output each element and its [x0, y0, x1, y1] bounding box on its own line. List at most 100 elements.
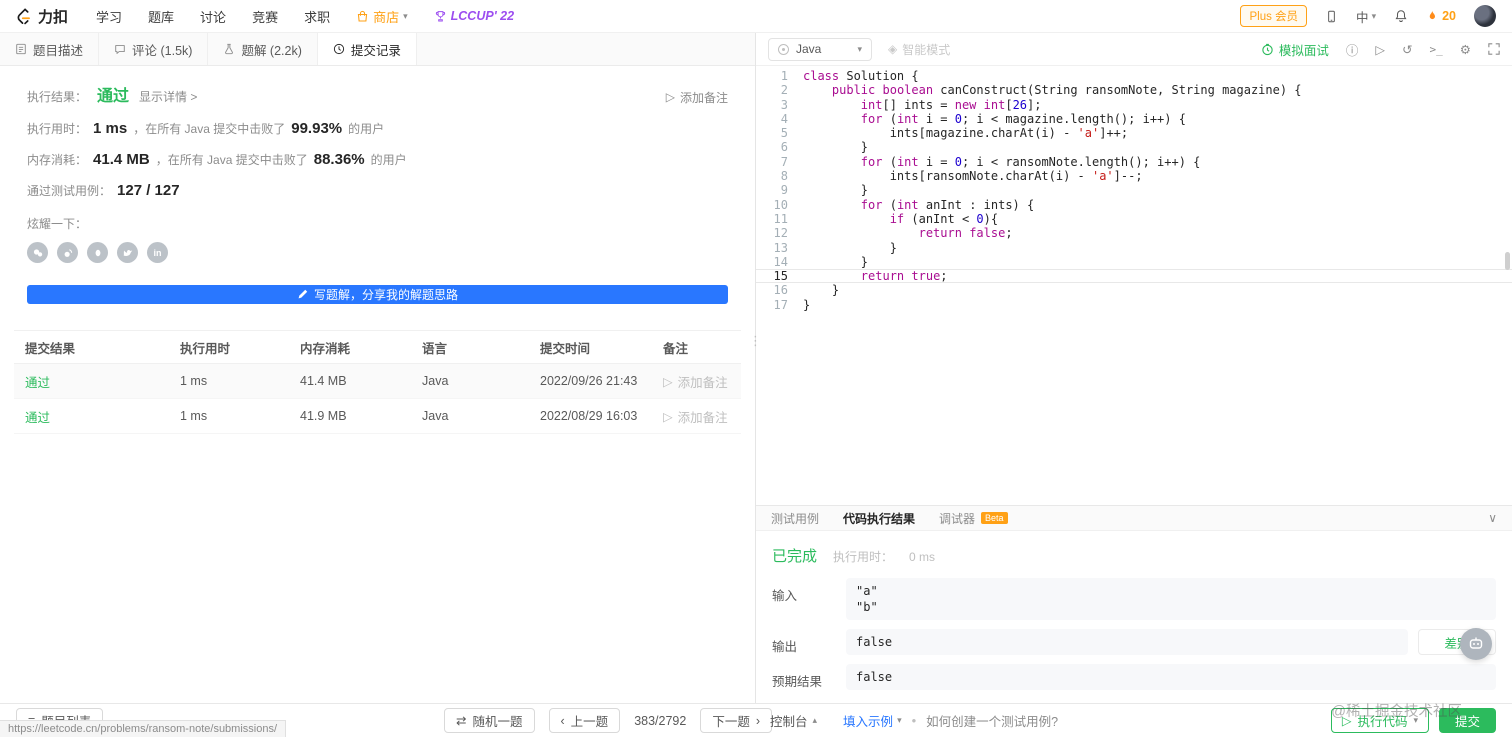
row-add-note-button[interactable]: ▷ 添加备注 — [652, 372, 741, 391]
code-line[interactable]: 6 } — [756, 140, 1512, 154]
submit-label: 提交 — [1454, 715, 1480, 729]
add-note-button[interactable]: ▷ 添加备注 — [666, 89, 728, 106]
fullscreen-icon[interactable] — [1488, 43, 1500, 55]
row-status-link[interactable]: 通过 — [14, 372, 169, 391]
language-icon — [778, 43, 789, 55]
runtime-value: 1 ms — [93, 120, 128, 137]
code-line[interactable]: 4 for (int i = 0; i < magazine.length();… — [756, 112, 1512, 126]
tab-comments[interactable]: 评论 (1.5k) — [99, 33, 209, 65]
run-code-button[interactable]: ▷ 执行代码 ▾ — [1330, 708, 1429, 733]
chevron-down-icon: ▾ — [1413, 715, 1418, 725]
tab-submissions[interactable]: 提交记录 — [317, 33, 417, 65]
submissions-table-header: 提交结果 执行用时 内存消耗 语言 提交时间 备注 — [14, 331, 741, 364]
col-time: 提交时间 — [540, 341, 591, 356]
code-line[interactable]: 1 class Solution { — [756, 69, 1512, 83]
nav-item-lccup[interactable]: LCCUP' 22 — [434, 9, 514, 23]
memory-percentile: 88.36% — [313, 151, 365, 168]
nav-item-contest[interactable]: 竞赛 — [252, 7, 278, 26]
code-line[interactable]: 11 if (anInt < 0){ — [756, 212, 1512, 226]
fill-example-label: 填入示例 — [843, 715, 894, 729]
console-tabbar: 测试用例 代码执行结果 调试器 Beta ∨ — [756, 505, 1512, 531]
nav-item-jobs[interactable]: 求职 — [304, 7, 330, 26]
prev-problem-label: 上一题 — [570, 715, 609, 729]
row-add-note-button[interactable]: ▷ 添加备注 — [652, 407, 741, 426]
output-value: false — [856, 635, 893, 649]
row-runtime: 1 ms — [180, 409, 208, 423]
share-wechat-icon[interactable] — [27, 242, 48, 263]
input-box[interactable]: "a" "b" — [846, 578, 1496, 620]
code-line[interactable]: 5 ints[magazine.charAt(i) - 'a']++; — [756, 126, 1512, 140]
store-bag-icon — [356, 10, 369, 23]
nav-item-problems[interactable]: 题库 — [148, 7, 174, 26]
main-split: ⋮ 题目描述 评论 (1.5k) 题解 (2.2k) 提交记录 执行结果： 通过… — [0, 33, 1512, 703]
prev-problem-button[interactable]: ‹ 上一题 — [548, 708, 621, 733]
fill-example-button[interactable]: 填入示例 ▾ — [843, 711, 902, 730]
settings-gear-icon[interactable]: ⚙ — [1460, 42, 1471, 57]
code-line[interactable]: 17} — [756, 298, 1512, 312]
submit-button[interactable]: 提交 — [1438, 708, 1496, 733]
table-row[interactable]: 通过 1 ms 41.4 MB Java 2022/09/26 21:43 ▷ … — [14, 364, 741, 399]
daily-streak-counter[interactable]: 20 — [1426, 9, 1456, 23]
console-toggle-button[interactable]: 控制台 ▴ — [770, 711, 817, 730]
code-editor[interactable]: 1 class Solution {2 public boolean canCon… — [756, 66, 1512, 505]
code-line[interactable]: 15 return true; — [756, 269, 1512, 283]
leetcode-logo[interactable]: 力扣 — [16, 6, 68, 27]
plus-member-button[interactable]: Plus 会员 — [1240, 5, 1308, 27]
write-solution-button[interactable]: 写题解，分享我的解题思路 — [27, 285, 728, 304]
editor-scrollbar[interactable] — [1505, 252, 1510, 270]
language-switcher[interactable]: 中 ▾ — [1356, 7, 1376, 26]
code-line[interactable]: 13 } — [756, 241, 1512, 255]
nav-item-learn[interactable]: 学习 — [96, 7, 122, 26]
code-line[interactable]: 9 } — [756, 183, 1512, 197]
code-line[interactable]: 8 ints[ransomNote.charAt(i) - 'a']--; — [756, 169, 1512, 183]
code-line[interactable]: 14 } — [756, 255, 1512, 269]
notifications-button[interactable] — [1394, 9, 1408, 23]
code-line[interactable]: 16 } — [756, 283, 1512, 297]
problem-tabbar: 题目描述 评论 (1.5k) 题解 (2.2k) 提交记录 — [0, 33, 755, 66]
nav-item-store[interactable]: 商店 ▾ — [356, 7, 408, 26]
shortcut-console-icon[interactable]: >_ — [1430, 43, 1443, 56]
testcase-help-link[interactable]: 如何创建一个测试用例? — [926, 711, 1058, 730]
show-details-link[interactable]: 显示详情 > — [139, 88, 197, 105]
code-line[interactable]: 12 return false; — [756, 226, 1512, 240]
chevron-left-icon: ‹ — [560, 713, 565, 728]
console-collapse-icon[interactable]: ∨ — [1488, 511, 1497, 525]
run-runtime-label: 执行用时： — [833, 550, 894, 564]
tab-description-label: 题目描述 — [33, 43, 84, 58]
chevron-down-icon: ▾ — [897, 715, 902, 725]
next-problem-button[interactable]: 下一题 › — [700, 708, 773, 733]
random-problem-button[interactable]: ⇄ 随机一题 — [444, 708, 535, 733]
tab-run-result[interactable]: 代码执行结果 — [843, 510, 915, 527]
floating-widget-button[interactable] — [1460, 628, 1492, 660]
tab-solutions[interactable]: 题解 (2.2k) — [208, 33, 318, 65]
smart-mode-toggle[interactable]: ◈ 智能模式 — [888, 41, 950, 58]
write-solution-label: 写题解，分享我的解题思路 — [313, 288, 458, 302]
tab-testcase[interactable]: 测试用例 — [771, 510, 819, 527]
mobile-app-button[interactable] — [1325, 9, 1338, 24]
tab-description[interactable]: 题目描述 — [0, 33, 100, 65]
play-icon[interactable]: ▷ — [1375, 42, 1385, 57]
output-label: 输出 — [772, 640, 798, 654]
row-status-link[interactable]: 通过 — [14, 407, 169, 426]
share-linkedin-icon[interactable]: in — [147, 242, 168, 263]
table-row[interactable]: 通过 1 ms 41.9 MB Java 2022/08/29 16:03 ▷ … — [14, 399, 741, 434]
code-line[interactable]: 7 for (int i = 0; i < ransomNote.length(… — [756, 155, 1512, 169]
user-avatar[interactable] — [1474, 5, 1496, 27]
share-weibo-icon[interactable] — [57, 242, 78, 263]
code-line[interactable]: 2 public boolean canConstruct(String ran… — [756, 83, 1512, 97]
robot-icon — [1469, 637, 1483, 649]
row-runtime: 1 ms — [180, 374, 208, 388]
nav-item-discuss[interactable]: 讨论 — [200, 7, 226, 26]
share-qq-icon[interactable] — [87, 242, 108, 263]
info-icon[interactable]: ⓘ — [1346, 40, 1359, 59]
console-body: 已完成 执行用时： 0 ms 输入 "a" "b" 输出 false 差别 预期… — [756, 531, 1512, 703]
split-drag-handle[interactable]: ⋮ — [749, 333, 762, 349]
language-select[interactable]: Java ▾ — [768, 37, 872, 61]
mock-interview-button[interactable]: 模拟面试 — [1261, 40, 1329, 59]
code-line[interactable]: 10 for (int anInt : ints) { — [756, 198, 1512, 212]
problem-counter: 383/2792 — [634, 713, 687, 728]
share-twitter-icon[interactable] — [117, 242, 138, 263]
reset-code-icon[interactable]: ↺ — [1402, 42, 1412, 57]
code-line[interactable]: 3 int[] ints = new int[26]; — [756, 98, 1512, 112]
tab-debugger[interactable]: 调试器 Beta — [939, 510, 1008, 527]
